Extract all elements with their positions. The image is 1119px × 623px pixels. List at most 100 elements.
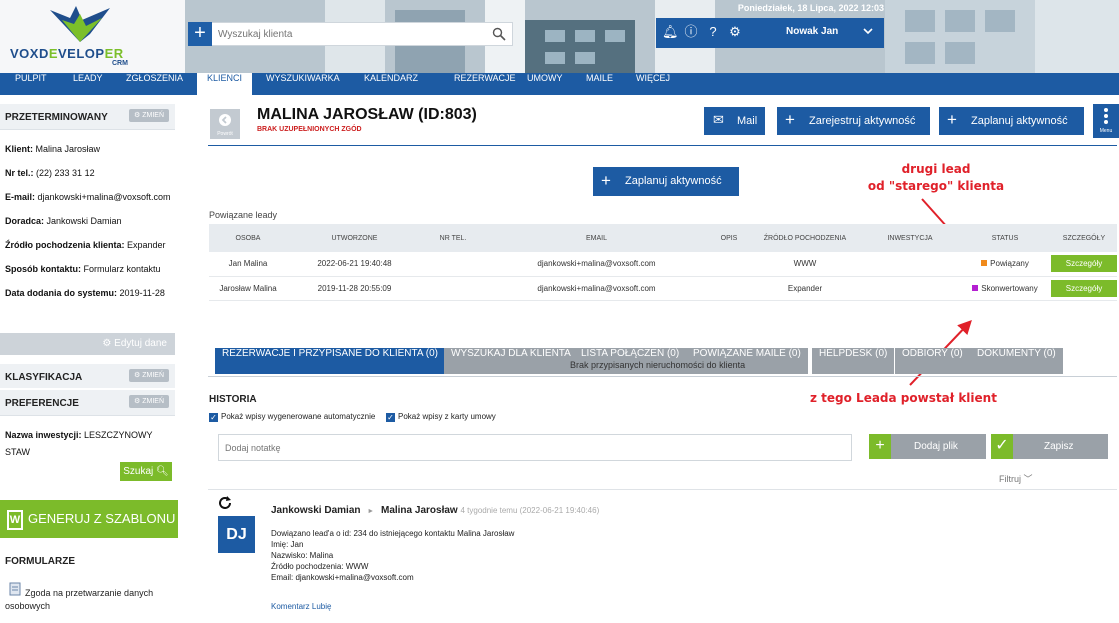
cell-created: 2019-11-28 20:55:09 xyxy=(287,276,422,301)
nav-item-pulpit[interactable]: PULPIT xyxy=(5,73,57,95)
cell-investment xyxy=(861,252,959,277)
header: VOXDEVELOPER CRM + Poniedziałek, 18 Lipc… xyxy=(0,0,1119,73)
comment-like-links[interactable]: Komentarz Lubię xyxy=(271,602,331,611)
preferences-title: PREFERENCJE xyxy=(5,398,79,409)
status-header: PRZETERMINOWANY ⚙ ZMIEŃ xyxy=(0,104,175,130)
col-source: ŹRÓDŁO POCHODZENIA xyxy=(749,224,861,252)
bell-icon[interactable]: 🔔︎ xyxy=(662,25,679,39)
details-button[interactable]: Szczegóły xyxy=(1051,279,1117,297)
plus-icon: + xyxy=(869,434,891,459)
cell-source: WWW xyxy=(749,252,861,277)
table-row: Jarosław Malina 2019-11-28 20:55:09 djan… xyxy=(209,276,1117,301)
table-row: Jan Malina 2022-06-21 19:40:48 djankowsk… xyxy=(209,252,1117,277)
search-icon[interactable] xyxy=(492,27,506,41)
preferences-search-button[interactable]: Szukaj 🔍︎ xyxy=(120,462,172,481)
generate-template-button[interactable]: W GENERUJ Z SZABLONU xyxy=(0,500,178,538)
status-title: PRZETERMINOWANY xyxy=(5,112,108,123)
tab-helpdesk[interactable]: HELPDESK (0) xyxy=(812,348,895,374)
cell-status: Skonwertowany xyxy=(959,276,1051,301)
chevron-down-icon: ﹀ xyxy=(1023,474,1033,484)
envelope-icon: ✉ xyxy=(713,112,724,127)
checkbox-auto-entries[interactable]: ✓ Pokaż wpisy wygenerowane automatycznie xyxy=(209,412,375,422)
mail-button[interactable]: ✉ Mail xyxy=(704,107,765,135)
form-item-consent[interactable]: Zgoda na przetwarzanie danych osobowych xyxy=(5,587,170,613)
search-input[interactable] xyxy=(218,26,478,42)
tab-documents[interactable]: DOKUMENTY (0) xyxy=(970,348,1063,374)
register-activity-button[interactable]: + Zarejestruj aktywność xyxy=(777,107,930,135)
related-leads-table: OSOBA UTWORZONE NR TEL. EMAIL OPIS ŹRÓDŁ… xyxy=(209,224,1117,301)
tab-reservations[interactable]: REZERWACJE I PRZYPISANE DO KLIENTA (0) xyxy=(215,348,445,374)
history-entry-header: Jankowski Damian ► Malina Jarosław 4 tyg… xyxy=(271,505,599,516)
checkbox-checked-icon: ✓ xyxy=(386,413,395,422)
nav-item-klienci[interactable]: KLIENCI xyxy=(197,73,253,95)
history-line: Źródło pochodzenia: WWW xyxy=(271,562,369,571)
divider xyxy=(208,145,1117,146)
menu-button[interactable]: Menu xyxy=(1093,104,1119,138)
checkbox-checked-icon: ✓ xyxy=(209,413,218,422)
advisor-info: Doradca: Jankowski Damian xyxy=(5,216,122,226)
check-icon: ✓ xyxy=(991,434,1013,459)
cell-phone xyxy=(422,276,484,301)
logo-wing-icon xyxy=(50,6,110,42)
cell-person: Jarosław Malina xyxy=(209,276,287,301)
logo[interactable]: VOXDEVELOPER CRM xyxy=(0,0,185,73)
main-nav: PULPIT LEADY ZGŁOSZENIA KLIENCI WYSZUKIW… xyxy=(0,73,1119,95)
status-change-button[interactable]: ⚙ ZMIEŃ xyxy=(128,109,169,122)
classification-change-button[interactable]: ⚙ ZMIEŃ xyxy=(128,369,169,382)
filter-toggle[interactable]: Filtruj ﹀ xyxy=(999,472,1033,485)
arrow-right-icon: ► xyxy=(367,508,375,515)
nav-item-wyszukiwarka[interactable]: WYSZUKIWARKA xyxy=(256,73,350,95)
plan-activity-center-button[interactable]: + Zaplanuj aktywność xyxy=(593,167,739,196)
add-file-button[interactable]: + Dodaj plik xyxy=(869,434,986,459)
gear-icon[interactable]: ⚙ xyxy=(728,25,742,39)
history-line: Dowiązano lead'a o id: 234 do istniejące… xyxy=(271,529,515,538)
plan-activity-button[interactable]: + Zaplanuj aktywność xyxy=(939,107,1084,135)
nav-item-umowy[interactable]: UMOWY xyxy=(517,73,573,95)
cell-details: Szczegóły xyxy=(1051,252,1117,277)
save-button[interactable]: ✓ Zapisz xyxy=(991,434,1108,459)
plus-icon: + xyxy=(601,171,611,190)
nav-item-rezerwacje[interactable]: REZERWACJE xyxy=(444,73,526,95)
cell-investment xyxy=(861,276,959,301)
col-email: EMAIL xyxy=(484,224,709,252)
nav-item-wiecej[interactable]: WIĘCEJ xyxy=(626,73,680,95)
annotation-converted: z tego Leada powstał klient xyxy=(810,391,997,405)
logo-sub: CRM xyxy=(112,60,128,67)
details-button[interactable]: Szczegóły xyxy=(1051,255,1117,273)
classification-title: KLASYFIKACJA xyxy=(5,372,83,383)
tab-pickups[interactable]: ODBIORY (0) xyxy=(895,348,970,374)
tab-search-for-client[interactable]: WYSZUKAJ DLA KLIENTA xyxy=(444,348,578,374)
chevron-down-icon[interactable] xyxy=(862,25,874,37)
page-title: MALINA JAROSŁAW (ID:803) xyxy=(257,106,477,123)
status-text: Powiązany xyxy=(990,259,1029,269)
status-text: Skonwertowany xyxy=(981,283,1038,293)
checkbox-contract-entries[interactable]: ✓ Pokaż wpisy z karty umowy xyxy=(386,412,496,422)
nav-item-leady[interactable]: LEADY xyxy=(63,73,113,95)
user-name[interactable]: Nowak Jan xyxy=(786,26,838,37)
help-icon[interactable]: ? xyxy=(706,25,720,39)
col-created: UTWORZONE xyxy=(287,224,422,252)
nav-item-zgloszenia[interactable]: ZGŁOSZENIA xyxy=(116,73,193,95)
back-button[interactable]: Powrót xyxy=(210,109,240,139)
history-author[interactable]: Jankowski Damian xyxy=(271,505,360,516)
annotation-second-lead-text: drugi lead od "starego" klienta xyxy=(867,162,1005,193)
word-icon: W xyxy=(7,510,23,530)
preferences-change-button[interactable]: ⚙ ZMIEŃ xyxy=(128,395,169,408)
history-entry-body: Dowiązano lead'a o id: 234 do istniejące… xyxy=(271,528,514,583)
nav-item-kalendarz[interactable]: KALENDARZ xyxy=(354,73,428,95)
cell-details: Szczegóły xyxy=(1051,276,1117,301)
arrow-left-icon xyxy=(219,114,231,126)
edit-data-button[interactable]: ⚙ Edytuj dane xyxy=(0,333,175,355)
annotation-second-lead: drugi lead od "starego" klienta xyxy=(836,161,1036,195)
user-bar: 🔔︎ ⓘ ? ⚙ Nowak Jan xyxy=(656,18,884,48)
refresh-icon[interactable] xyxy=(218,495,232,509)
phone-info: Nr tel.: (22) 233 31 12 xyxy=(5,168,95,178)
add-client-button[interactable]: + xyxy=(188,22,212,46)
info-icon[interactable]: ⓘ xyxy=(684,25,698,39)
nav-item-maile[interactable]: MAILE xyxy=(576,73,623,95)
col-details: SZCZEGÓŁY xyxy=(1051,224,1117,252)
note-input[interactable] xyxy=(218,434,852,461)
history-target[interactable]: Malina Jarosław xyxy=(381,505,458,516)
sidebar: PRZETERMINOWANY ⚙ ZMIEŃ Klient: Malina J… xyxy=(0,104,178,623)
datetime: Poniedziałek, 18 Lipca, 2022 12:03 xyxy=(737,3,884,13)
